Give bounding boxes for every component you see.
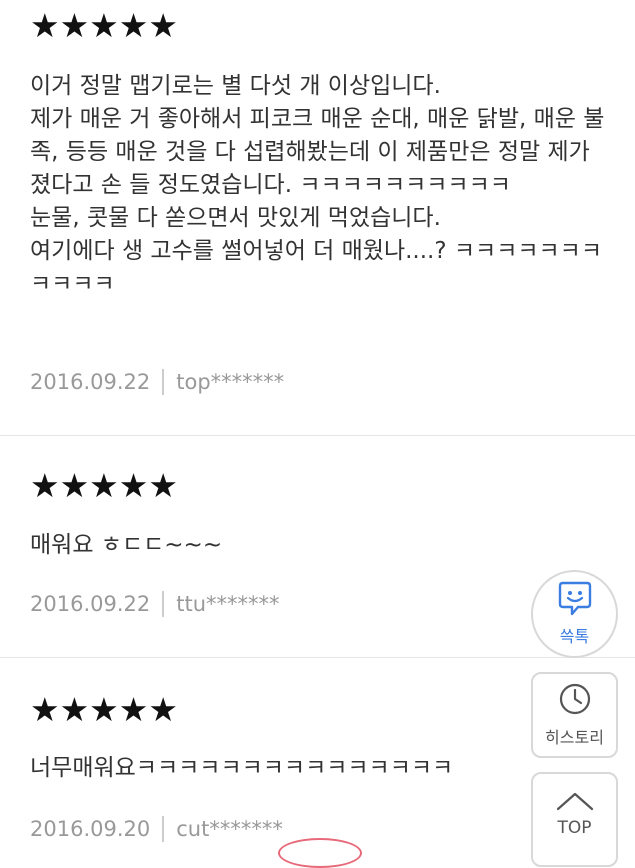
review-meta: 2016.09.20 cut******* — [30, 815, 283, 843]
history-label: 히스토리 — [545, 728, 604, 747]
review-date: 2016.09.22 — [30, 592, 151, 616]
star-rating: ★★★★★ — [30, 466, 178, 505]
review-text: 너무매워요ㅋㅋㅋㅋㅋㅋㅋㅋㅋㅋㅋㅋㅋㅋㅋ — [30, 755, 454, 781]
review-meta: 2016.09.22 ttu******* — [30, 590, 280, 618]
review-date: 2016.09.22 — [30, 370, 151, 394]
star-rating: ★★★★★ — [30, 690, 178, 729]
partial-floating-button[interactable] — [278, 838, 362, 868]
talk-button[interactable]: 쓱톡 — [531, 570, 618, 658]
review-meta: 2016.09.22 top******* — [30, 368, 284, 396]
meta-divider — [162, 591, 165, 617]
history-button[interactable]: 히스토리 — [531, 672, 618, 758]
top-label: TOP — [557, 818, 592, 838]
review-text: 매워요 ㅎㄷㄷ~~~ — [30, 532, 223, 558]
chevron-up-icon — [555, 790, 595, 816]
review-user: ttu******* — [176, 592, 280, 616]
review-user: cut******* — [176, 817, 283, 841]
meta-divider — [162, 369, 165, 395]
review-date: 2016.09.20 — [30, 817, 151, 841]
star-rating: ★★★★★ — [30, 6, 178, 45]
chat-bubble-smile-icon — [558, 581, 592, 621]
review-text: 이거 정말 맵기로는 별 다섯 개 이상입니다. 제가 매운 거 좋아해서 피코… — [30, 73, 605, 297]
review-item: ★★★★★ 이거 정말 맵기로는 별 다섯 개 이상입니다. 제가 매운 거 좋… — [0, 0, 635, 436]
scroll-top-button[interactable]: TOP — [531, 772, 618, 867]
review-user: top******* — [176, 370, 285, 394]
clock-icon — [558, 682, 592, 720]
talk-label: 쓱톡 — [559, 627, 590, 646]
meta-divider — [162, 816, 165, 842]
